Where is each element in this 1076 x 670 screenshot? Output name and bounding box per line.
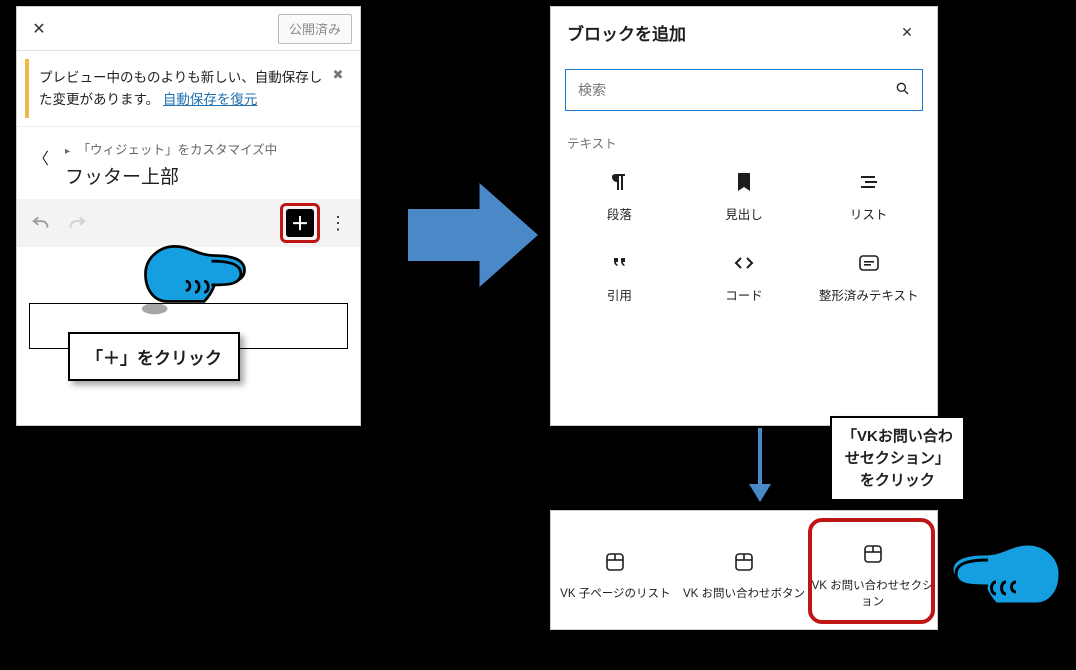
pointer-hand-icon bbox=[140, 236, 250, 321]
preformatted-icon bbox=[856, 251, 882, 275]
close-inserter-icon[interactable]: ✕ bbox=[893, 18, 921, 46]
block-inserter-panel: ブロックを追加 ✕ テキスト 段落 見出し リスト引用 コード 整形済みテキスト bbox=[550, 6, 938, 426]
block-item-label: 段落 bbox=[607, 204, 632, 223]
block-item[interactable]: 段落 bbox=[557, 170, 682, 223]
heading-icon bbox=[731, 170, 757, 194]
block-item-label: 見出し bbox=[725, 204, 763, 223]
block-item-label: VK お問い合わせボタン bbox=[683, 586, 805, 602]
block-item[interactable]: 見出し bbox=[682, 170, 807, 223]
add-block-button[interactable]: ＋ bbox=[286, 209, 314, 237]
autosave-notice: プレビュー中のものよりも新しい、自動保存した変更があります。 自動保存を復元 ✖ bbox=[25, 59, 352, 118]
dismiss-notice-icon[interactable]: ✖ bbox=[328, 65, 348, 85]
grid-box-icon bbox=[602, 548, 628, 576]
callout-click-vk-section: 「VKお問い合わ せセクション」 をクリック bbox=[830, 416, 965, 501]
caret-icon: ▸ bbox=[65, 146, 70, 157]
block-item-label: コード bbox=[725, 285, 763, 304]
breadcrumb: ▸ 「ウィジェット」をカスタマイズ中 bbox=[65, 139, 350, 158]
block-item[interactable]: コード bbox=[682, 251, 807, 304]
redo-icon[interactable] bbox=[61, 207, 93, 239]
block-item[interactable]: VK お問い合わせボタン bbox=[680, 548, 809, 602]
block-item[interactable]: 整形済みテキスト bbox=[806, 251, 931, 304]
quote-icon bbox=[606, 251, 632, 275]
arrow-down-icon bbox=[745, 428, 775, 502]
inserter-title: ブロックを追加 bbox=[567, 20, 686, 45]
block-item-label: VK お問い合わせセクション bbox=[808, 578, 937, 610]
widget-area-title: フッター上部 bbox=[65, 162, 350, 189]
callout-click-plus: 「＋」をクリック bbox=[68, 332, 240, 381]
paragraph-icon bbox=[606, 170, 632, 194]
close-icon[interactable]: ✕ bbox=[25, 15, 53, 43]
customizer-topbar: ✕ 公開済み bbox=[17, 7, 360, 51]
block-item[interactable]: 引用 bbox=[557, 251, 682, 304]
block-grid: 段落 見出し リスト引用 コード 整形済みテキスト bbox=[551, 160, 937, 320]
block-item-label: VK 子ページのリスト bbox=[560, 586, 670, 602]
block-item[interactable]: VK 子ページのリスト bbox=[551, 548, 680, 602]
block-item-label: 引用 bbox=[607, 285, 632, 304]
search-input[interactable] bbox=[578, 82, 888, 98]
callout-line: をクリック bbox=[842, 470, 953, 492]
block-item-label: 整形済みテキスト bbox=[819, 285, 919, 304]
grid-box-icon bbox=[860, 540, 886, 568]
search-icon bbox=[888, 80, 910, 100]
publish-button[interactable]: 公開済み bbox=[278, 14, 352, 44]
crumb-text: 「ウィジェット」をカスタマイズ中 bbox=[78, 143, 278, 157]
back-icon[interactable]: 〈 bbox=[21, 133, 61, 181]
callout-line: 「VKお問い合わ bbox=[842, 426, 953, 448]
restore-autosave-link[interactable]: 自動保存を復元 bbox=[163, 92, 258, 107]
block-item[interactable]: VK お問い合わせセクション bbox=[808, 540, 937, 610]
search-field-wrap[interactable] bbox=[565, 69, 923, 111]
grid-box-icon bbox=[731, 548, 757, 576]
block-item-label: リスト bbox=[850, 204, 888, 223]
code-icon bbox=[731, 251, 757, 275]
undo-icon[interactable] bbox=[25, 207, 57, 239]
list-icon bbox=[856, 170, 882, 194]
more-options-icon[interactable]: ⋮ bbox=[324, 207, 352, 239]
pointer-hand-icon bbox=[946, 534, 1066, 624]
nav-body: ▸ 「ウィジェット」をカスタマイズ中 フッター上部 bbox=[61, 133, 356, 189]
block-grid-vk: VK 子ページのリスト VK お問い合わせボタンVK お問い合わせセクション bbox=[550, 510, 938, 630]
block-category-label: テキスト bbox=[551, 115, 937, 160]
arrow-right-icon bbox=[408, 170, 538, 300]
customizer-nav: 〈 ▸ 「ウィジェット」をカスタマイズ中 フッター上部 bbox=[17, 126, 360, 199]
block-item[interactable]: リスト bbox=[806, 170, 931, 223]
callout-line: せセクション」 bbox=[842, 448, 953, 470]
highlight-box: ＋ bbox=[280, 203, 320, 243]
inserter-header: ブロックを追加 ✕ bbox=[551, 7, 937, 57]
